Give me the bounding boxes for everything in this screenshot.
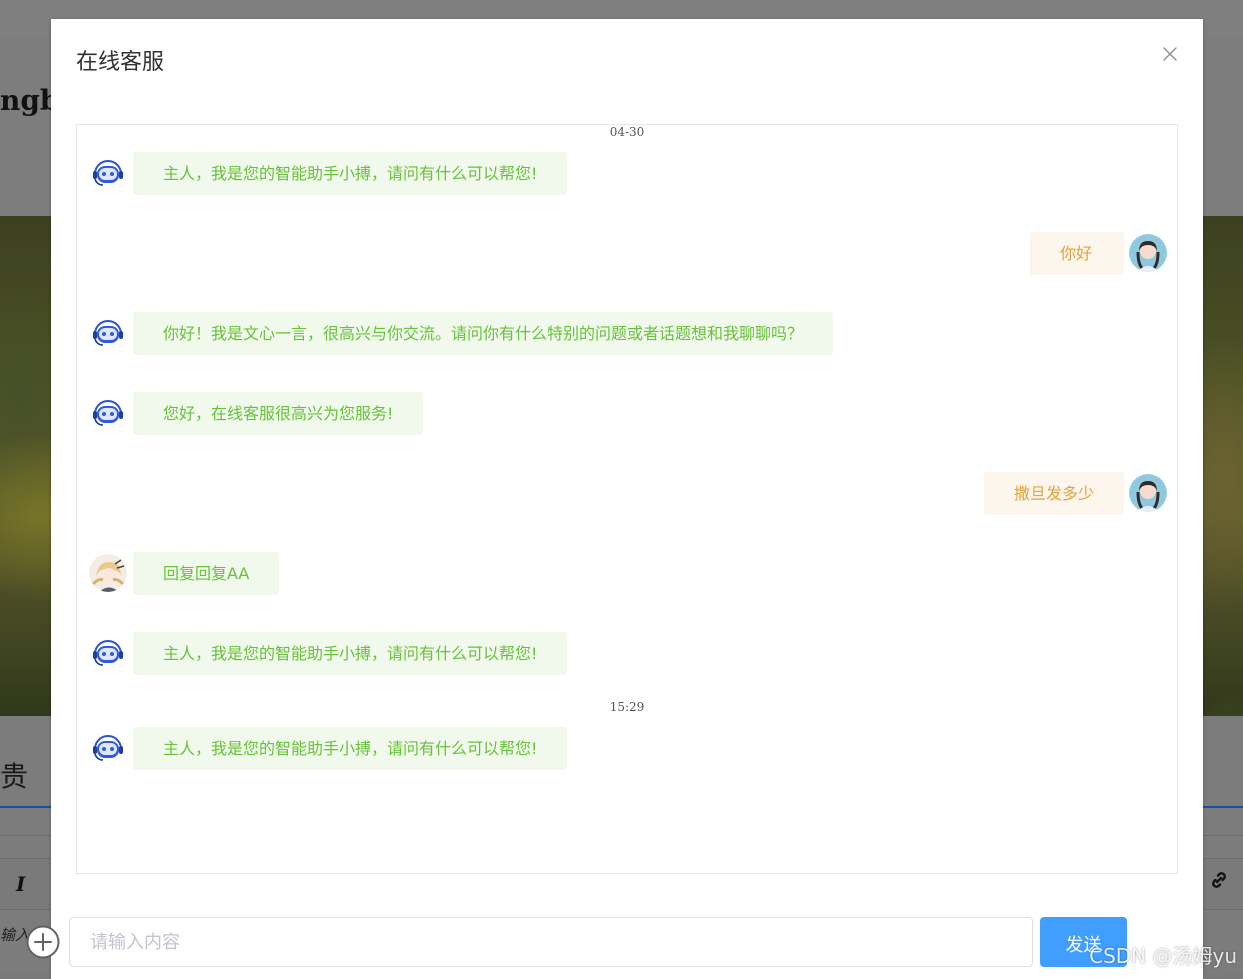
watermark: CSDN @汤姆yu <box>1089 944 1237 968</box>
message-bubble: 主人，我是您的智能助手小搏，请问有什么可以帮您! <box>133 727 568 770</box>
link-icon <box>1209 870 1229 895</box>
message-input[interactable] <box>69 917 1033 967</box>
user-avatar <box>1129 474 1167 512</box>
robot-avatar <box>89 729 127 767</box>
message-bubble: 撒旦发多少 <box>983 472 1124 515</box>
robot-avatar <box>89 154 127 192</box>
timestamp: 15:29 <box>609 700 645 714</box>
customer-service-dialog: 在线客服 04-30 15:29 主人，我是您的智能助手小搏，请问有什么可以帮您… <box>51 19 1203 979</box>
message-bubble: 你好 <box>1030 232 1124 275</box>
message-bubble: 主人，我是您的智能助手小搏，请问有什么可以帮您! <box>133 632 568 675</box>
background-tab-underline <box>0 806 52 808</box>
robot-avatar <box>89 394 127 432</box>
message-bubble: 主人，我是您的智能助手小搏，请问有什么可以帮您! <box>133 152 568 195</box>
italic-icon: I <box>16 872 26 896</box>
message-bubble: 您好，在线客服很高兴为您服务! <box>133 392 424 435</box>
agent-avatar <box>89 554 127 592</box>
message-bubble: 回复回复AA <box>133 552 280 595</box>
background-section-title: 贵 <box>0 760 29 793</box>
background-tab-underline-right <box>1201 806 1243 808</box>
robot-avatar <box>89 314 127 352</box>
close-icon[interactable] <box>1161 45 1179 63</box>
dialog-title: 在线客服 <box>76 50 165 75</box>
chat-message-list[interactable]: 04-30 15:29 主人，我是您的智能助手小搏，请问有什么可以帮您! 你好 … <box>76 124 1178 874</box>
robot-avatar <box>89 634 127 672</box>
timestamp: 04-30 <box>609 125 645 139</box>
message-bubble: 你好！我是文心一言，很高兴与你交流。请问你有什么特别的问题或者话题想和我聊聊吗？ <box>133 312 834 355</box>
plus-circle-icon[interactable] <box>26 925 60 959</box>
user-avatar <box>1129 234 1167 272</box>
